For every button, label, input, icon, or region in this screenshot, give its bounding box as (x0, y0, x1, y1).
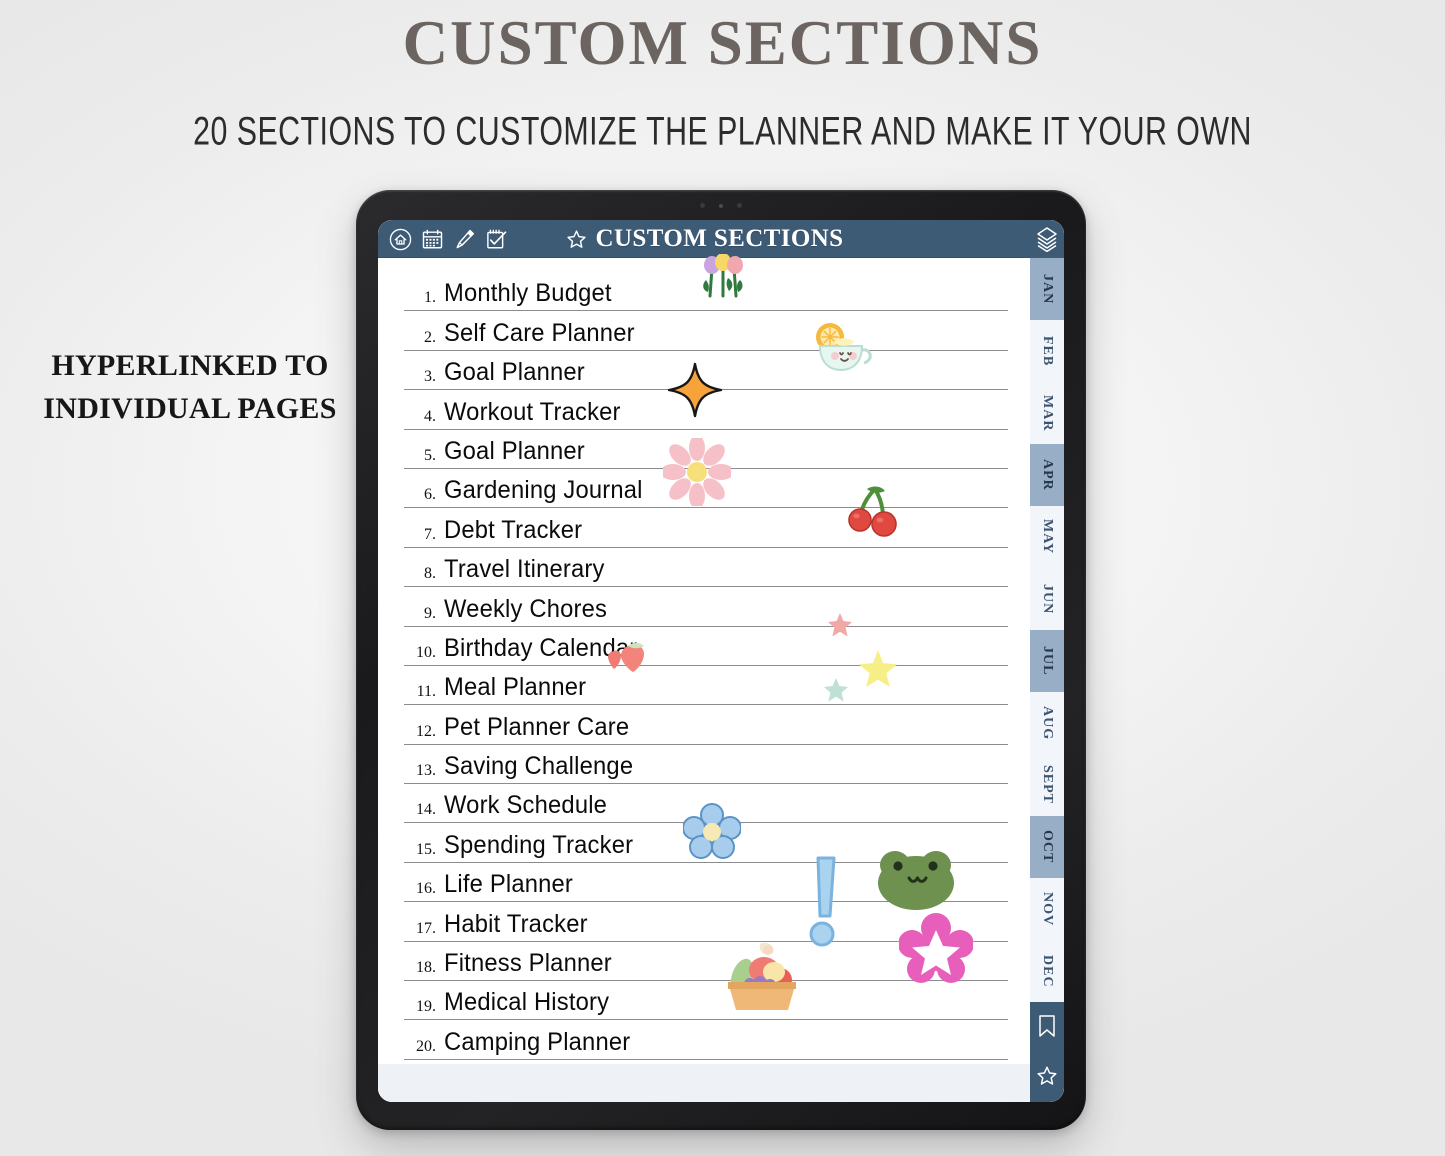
section-row[interactable]: 11. Meal Planner (404, 666, 1008, 706)
section-row[interactable]: 14. Work Schedule (404, 784, 1008, 824)
section-label[interactable]: Debt Tracker (444, 517, 582, 547)
section-label[interactable]: Medical History (444, 990, 609, 1019)
star-outline-icon[interactable] (1030, 1050, 1064, 1102)
section-row[interactable]: 17. Habit Tracker (404, 902, 1008, 942)
section-label[interactable]: Weekly Chores (444, 596, 607, 626)
month-tab-rail: JAN FEB MAR APR MAY JUN JUL AUG SEPT OCT NOV DEC (1030, 220, 1064, 1102)
star-outline-icon (566, 229, 586, 248)
section-label[interactable]: Goal Planner (444, 360, 585, 389)
section-row[interactable]: 12. Pet Planner Care (404, 705, 1008, 745)
planner-page: CUSTOM SECTIONS 1. Monthly Budget 2. Self C… (378, 220, 1064, 1102)
month-tab-aug[interactable]: AUG (1030, 692, 1064, 754)
section-label[interactable]: Birthday Calendar (444, 635, 637, 665)
sections-list: 1. Monthly Budget 2. Self Care Planner 3. Goa… (404, 272, 1008, 1060)
section-number: 15. (416, 840, 436, 858)
section-row[interactable]: 7. Debt Tracker (404, 508, 1008, 548)
page-footer-band (378, 1064, 1030, 1102)
promo-subtitle: 20 SECTIONS TO CUSTOMIZE THE PLANNER AND… (193, 107, 1252, 153)
planner-content: CUSTOM SECTIONS 1. Monthly Budget 2. Self C… (378, 220, 1030, 1102)
planner-header-bar: CUSTOM SECTIONS (378, 220, 1030, 258)
section-label[interactable]: Camping Planner (444, 1029, 630, 1059)
month-tab-may[interactable]: MAY (1030, 506, 1064, 568)
home-icon[interactable] (389, 228, 412, 251)
section-number: 16. (416, 880, 436, 898)
calendar-icon[interactable] (421, 228, 444, 251)
month-tab-jun[interactable]: JUN (1030, 568, 1064, 630)
section-number: 8. (424, 565, 436, 583)
section-row[interactable]: 15. Spending Tracker (404, 823, 1008, 863)
section-number: 17. (416, 919, 436, 937)
section-label[interactable]: Fitness Planner (444, 951, 612, 980)
section-row[interactable]: 16. Life Planner (404, 863, 1008, 903)
section-label[interactable]: Goal Planner (444, 438, 585, 468)
month-tab-jul[interactable]: JUL (1030, 630, 1064, 692)
section-label[interactable]: Travel Itinerary (444, 557, 605, 586)
month-tab-nov[interactable]: NOV (1030, 878, 1064, 940)
header-icon-group (389, 228, 508, 251)
month-tab-sept[interactable]: SEPT (1030, 754, 1064, 816)
section-label[interactable]: Pet Planner Care (444, 714, 629, 744)
section-row[interactable]: 8. Travel Itinerary (404, 548, 1008, 588)
section-label[interactable]: Saving Challenge (444, 754, 633, 783)
section-number: 7. (424, 525, 436, 543)
section-label[interactable]: Workout Tracker (444, 399, 621, 429)
section-label[interactable]: Spending Tracker (444, 832, 633, 862)
layers-stack-icon[interactable] (1030, 220, 1064, 258)
section-row[interactable]: 9. Weekly Chores (404, 587, 1008, 627)
month-tab-dec[interactable]: DEC (1030, 940, 1064, 1002)
month-tab-feb[interactable]: FEB (1030, 320, 1064, 382)
tablet-screen: CUSTOM SECTIONS 1. Monthly Budget 2. Self C… (378, 220, 1064, 1102)
pen-icon[interactable] (453, 228, 476, 251)
section-number: 18. (416, 959, 436, 977)
section-number: 4. (424, 407, 436, 425)
section-label[interactable]: Work Schedule (444, 793, 607, 822)
section-number: 2. (424, 328, 436, 346)
camera-sensors (700, 203, 742, 208)
section-number: 14. (416, 801, 436, 819)
section-number: 13. (416, 762, 436, 780)
month-tab-jan[interactable]: JAN (1030, 258, 1064, 320)
section-row[interactable]: 19. Medical History (404, 981, 1008, 1021)
section-number: 5. (424, 446, 436, 464)
section-row[interactable]: 18. Fitness Planner (404, 942, 1008, 982)
section-label[interactable]: Meal Planner (444, 675, 586, 704)
section-row[interactable]: 3. Goal Planner (404, 351, 1008, 391)
month-tab-apr[interactable]: APR (1030, 444, 1064, 506)
section-row[interactable]: 5. Goal Planner (404, 430, 1008, 469)
section-label[interactable]: Monthly Budget (444, 281, 612, 310)
section-number: 3. (424, 368, 436, 386)
hyperlink-note: HYPERLINKED TO INDIVIDUAL PAGES (43, 349, 337, 425)
tablet-device: CUSTOM SECTIONS 1. Monthly Budget 2. Self C… (356, 190, 1086, 1130)
bookmark-icon[interactable] (1030, 1002, 1064, 1050)
section-row[interactable]: 1. Monthly Budget (404, 272, 1008, 312)
section-number: 9. (424, 604, 436, 622)
section-number: 19. (416, 998, 436, 1016)
sections-sheet: 1. Monthly Budget 2. Self Care Planner 3. Goa… (378, 253, 1030, 1102)
section-number: 6. (424, 486, 436, 504)
section-number: 20. (416, 1037, 436, 1055)
month-tab-mar[interactable]: MAR (1030, 382, 1064, 444)
section-number: 10. (416, 643, 436, 661)
section-label[interactable]: Life Planner (444, 872, 573, 901)
section-label[interactable]: Gardening Journal (444, 478, 643, 507)
section-number: 1. (424, 289, 436, 307)
section-row[interactable]: 4. Workout Tracker (404, 390, 1008, 430)
section-row[interactable]: 20. Camping Planner (404, 1020, 1008, 1060)
checklist-icon[interactable] (485, 228, 508, 251)
section-number: 12. (416, 722, 436, 740)
section-row[interactable]: 13. Saving Challenge (404, 745, 1008, 785)
section-number: 11. (416, 683, 436, 701)
section-row[interactable]: 2. Self Care Planner (404, 311, 1008, 351)
section-label[interactable]: Self Care Planner (444, 320, 635, 350)
promo-title: CUSTOM SECTIONS (402, 8, 1043, 78)
section-row[interactable]: 6. Gardening Journal (404, 469, 1008, 509)
section-label[interactable]: Habit Tracker (444, 911, 588, 941)
month-tab-oct[interactable]: OCT (1030, 816, 1064, 878)
section-row[interactable]: 10. Birthday Calendar (404, 627, 1008, 666)
page-title: CUSTOM SECTIONS (595, 225, 844, 252)
